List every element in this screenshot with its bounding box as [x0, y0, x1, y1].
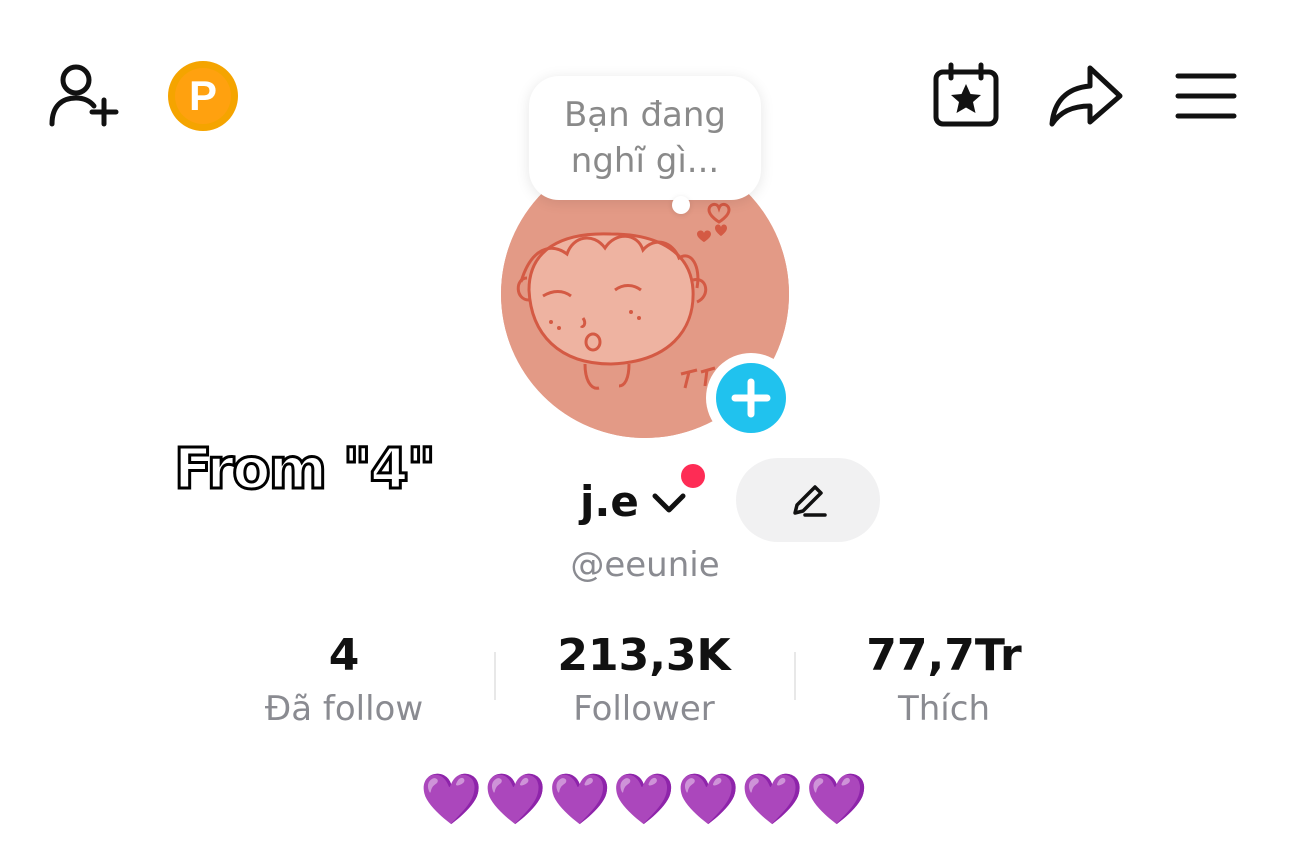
profile-bio: 💜💜💜💜💜💜💜 [420, 770, 870, 828]
stat-followers[interactable]: 213,3K Follower [514, 626, 774, 732]
person-add-icon [49, 64, 119, 127]
username: @eeunie [570, 545, 720, 585]
note-bubble-tail-dot [672, 196, 690, 214]
followers-label: Follower [573, 689, 715, 729]
hamburger-menu-icon [1175, 73, 1237, 119]
share-button[interactable] [1046, 62, 1126, 130]
calendar-star-icon [933, 62, 999, 127]
stat-likes[interactable]: 77,7Tr Thích [814, 626, 1074, 732]
followers-count: 213,3K [557, 630, 731, 681]
coin-p-icon: P [168, 61, 238, 131]
add-friend-button[interactable] [44, 60, 124, 132]
points-letter: P [175, 68, 231, 124]
stat-divider [494, 652, 496, 700]
menu-button[interactable] [1172, 68, 1240, 124]
add-story-circle [716, 363, 786, 433]
display-name: j.e [580, 477, 639, 526]
stat-following[interactable]: 4 Đã follow [214, 626, 474, 732]
add-story-button[interactable] [706, 353, 796, 443]
note-bubble-text: Bạn đang nghĩ gì... [564, 92, 726, 184]
points-button[interactable]: P [166, 60, 240, 132]
edit-profile-button[interactable] [736, 458, 880, 542]
calendar-button[interactable] [930, 62, 1002, 130]
following-count: 4 [328, 630, 360, 681]
likes-count: 77,7Tr [866, 630, 1022, 681]
chevron-down-icon [652, 493, 686, 513]
display-name-row[interactable]: j.e [580, 466, 691, 538]
following-label: Đã follow [264, 689, 424, 729]
note-line-1: Bạn đang [563, 95, 727, 135]
likes-label: Thích [897, 689, 990, 729]
plus-icon [731, 378, 771, 418]
account-switch[interactable] [647, 480, 691, 524]
share-arrow-icon [1049, 65, 1123, 127]
pencil-icon [793, 485, 827, 517]
note-bubble[interactable]: Bạn đang nghĩ gì... [529, 76, 761, 200]
profile-page: P Bạn đang nghĩ gì... From "4" j.e @eeun… [0, 0, 1290, 842]
notification-dot [681, 464, 705, 488]
stat-divider [794, 652, 796, 700]
note-line-2: nghĩ gì... [570, 141, 720, 181]
overlay-caption: From "4" [173, 436, 438, 504]
